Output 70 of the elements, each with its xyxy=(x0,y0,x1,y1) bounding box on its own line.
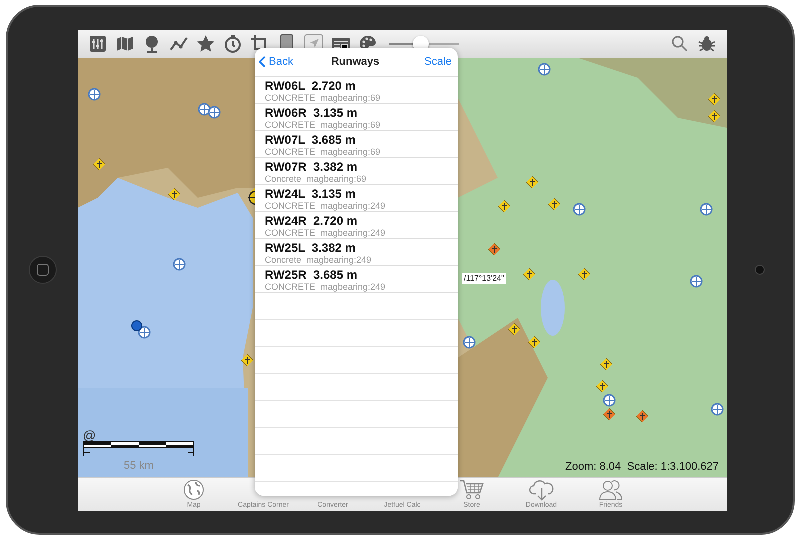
airport-marker-icon xyxy=(700,203,713,216)
scale-label: 55 km xyxy=(124,460,154,472)
coordinate-label: /117°13'24" xyxy=(462,273,506,284)
runway-title: RW06R 3.135 m xyxy=(265,106,358,120)
bug-icon[interactable] xyxy=(697,34,717,54)
airport-marker-icon xyxy=(711,403,724,416)
airport-marker-icon xyxy=(573,203,586,216)
scale-button[interactable]: Scale xyxy=(424,56,452,68)
cart-icon xyxy=(459,479,485,501)
home-button[interactable] xyxy=(29,256,57,284)
airport-marker-icon xyxy=(88,88,101,101)
runway-row[interactable]: RW24R 2.720 m CONCRETE magbearing:249 xyxy=(255,212,458,239)
map-icon[interactable] xyxy=(115,34,135,54)
map-attribution[interactable]: @ xyxy=(83,428,96,443)
star-icon[interactable] xyxy=(196,34,216,54)
airfield-marker-icon xyxy=(600,358,613,371)
camera-icon xyxy=(755,265,765,275)
runway-row[interactable]: RW06R 3.135 m CONCRETE magbearing:69 xyxy=(255,104,458,131)
cloud-download-icon xyxy=(528,479,554,501)
runway-row[interactable]: RW07L 3.685 m CONCRETE magbearing:69 xyxy=(255,131,458,158)
airport-marker-icon xyxy=(690,275,703,288)
airport-marker-icon xyxy=(603,394,616,407)
airfield-marker-icon xyxy=(498,200,511,213)
runway-detail: CONCRETE magbearing:249 xyxy=(265,201,387,212)
runway-row[interactable]: RW07R 3.382 m Concrete magbearing:69 xyxy=(255,158,458,185)
runway-title: RW07L 3.685 m xyxy=(265,133,357,147)
runway-title: RW25R 3.685 m xyxy=(265,268,358,282)
airfield-marker-icon xyxy=(488,243,501,256)
people-icon xyxy=(598,479,624,501)
airfield-marker-icon xyxy=(708,110,721,123)
stopwatch-icon[interactable] xyxy=(223,34,243,54)
airfield-marker-icon xyxy=(241,354,254,367)
runway-title: RW06L 2.720 m xyxy=(265,79,357,93)
airfield-marker-icon xyxy=(548,198,561,211)
airfield-marker-icon xyxy=(523,268,536,281)
runway-detail: Concrete magbearing:69 xyxy=(265,174,368,185)
lake-shape xyxy=(541,280,565,336)
airfield-marker-icon xyxy=(636,410,649,423)
runway-detail: CONCRETE magbearing:69 xyxy=(265,93,382,104)
sliders-icon[interactable] xyxy=(88,34,108,54)
runway-detail: Concrete magbearing:249 xyxy=(265,255,373,266)
runway-detail: CONCRETE magbearing:69 xyxy=(265,120,382,131)
airfield-marker-icon xyxy=(93,158,106,171)
runway-detail: CONCRETE magbearing:69 xyxy=(265,147,382,158)
popover-title: Runways xyxy=(331,56,380,68)
airport-marker-icon xyxy=(463,336,476,349)
runway-detail: CONCRETE magbearing:249 xyxy=(265,228,387,239)
zoom-scale-status: Zoom: 8.04 Scale: 1:3.100.627 xyxy=(566,461,719,473)
runway-row[interactable]: RW06L 2.720 m CONCRETE magbearing:69 xyxy=(255,77,458,104)
runway-title: RW07R 3.382 m xyxy=(265,160,358,174)
airfield-marker-icon xyxy=(578,268,591,281)
airfield-marker-icon xyxy=(708,93,721,106)
globe-icon xyxy=(183,479,205,501)
runway-title: RW24L 3.135 m xyxy=(265,187,357,201)
airfield-marker-icon xyxy=(596,380,609,393)
runway-title: RW25L 3.382 m xyxy=(265,241,357,255)
airport-marker-icon xyxy=(538,63,551,76)
runway-detail: CONCRETE magbearing:249 xyxy=(265,282,387,293)
airport-marker-icon xyxy=(208,106,221,119)
runway-row[interactable]: RW25L 3.382 m Concrete magbearing:249 xyxy=(255,239,458,266)
airfield-marker-icon xyxy=(508,323,521,336)
airfield-marker-icon xyxy=(528,336,541,349)
chevron-left-icon xyxy=(259,56,266,68)
airfield-marker-icon xyxy=(168,188,181,201)
airfield-marker-icon xyxy=(526,176,539,189)
runway-title: RW24R 2.720 m xyxy=(265,214,358,228)
search-icon[interactable] xyxy=(670,34,690,54)
airfield-marker-icon xyxy=(603,408,616,421)
airport-marker-icon xyxy=(173,258,186,271)
back-button[interactable]: Back xyxy=(259,56,294,68)
